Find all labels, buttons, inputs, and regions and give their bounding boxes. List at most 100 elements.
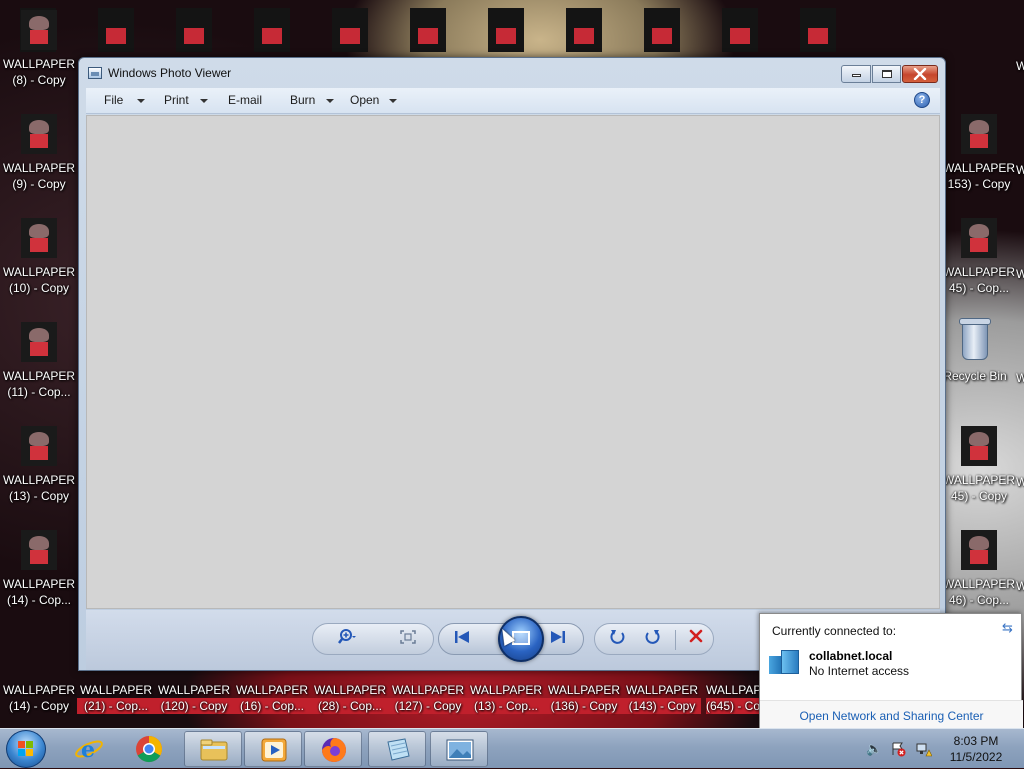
desktop-icon-wallpaper[interactable]: WALLPAPER (136) - Copy (545, 682, 623, 714)
menu-email[interactable]: E-mail (228, 93, 262, 107)
desktop-icon-wallpaper[interactable]: WALLPAPER (28) - Cop... (311, 682, 389, 714)
refresh-icon[interactable]: ⇆ (1002, 620, 1013, 636)
start-button[interactable] (6, 730, 46, 768)
icon-label: (143) - Copy (623, 698, 701, 714)
taskbar-media-player[interactable] (244, 731, 302, 767)
icon-label: 45) - Copy (950, 489, 1008, 503)
previous-icon[interactable] (449, 628, 475, 652)
wallpaper-thumbnail-icon[interactable] (254, 8, 290, 52)
delete-icon[interactable] (683, 628, 709, 652)
desktop-icon-wallpaper[interactable]: WALLPAPER (10) - Copy (0, 218, 78, 296)
wallpaper-thumbnail-icon[interactable] (332, 8, 368, 52)
desktop-icon-wallpaper[interactable]: WALLPAPER (11) - Cop... (0, 322, 78, 400)
icon-label: WALLPAPER (2, 57, 76, 71)
next-icon[interactable] (545, 628, 571, 652)
help-icon[interactable]: ? (914, 92, 930, 108)
menu-file[interactable]: File (104, 93, 123, 107)
desktop-icon-recycle-bin[interactable]: Recycle Bin (936, 318, 1014, 384)
photo-viewer-icon (446, 739, 474, 761)
desktop-icon-wallpaper[interactable]: WALLPAPER (13) - Cop... (467, 682, 545, 714)
desktop-icon-wallpaper[interactable]: WALLPAPER 153) - Copy (940, 114, 1018, 192)
rotate-clockwise-icon[interactable] (639, 628, 665, 652)
icon-label: WALLPAPER (942, 265, 1016, 279)
clock-time[interactable]: 8:03 PM (940, 734, 1012, 748)
zoom-glyph (338, 629, 356, 644)
desktop-icon-wallpaper[interactable]: WALLPAPER 45) - Copy (940, 426, 1018, 504)
desktop-icon-wallpaper[interactable]: WALLPAPER (16) - Cop... (233, 682, 311, 714)
desktop-icon-wallpaper[interactable]: WALLPAPER (14) - Cop... (0, 530, 78, 608)
zoom-icon[interactable] (335, 628, 361, 652)
notepad-icon (387, 738, 410, 761)
desktop-icon-wallpaper[interactable]: WALLPAPER (21) - Cop... (77, 682, 155, 714)
desktop-icon-wallpaper[interactable]: WALLPAPER 45) - Cop... (940, 218, 1018, 296)
actual-size-icon[interactable] (395, 628, 421, 652)
zoom-controls (312, 623, 434, 655)
taskbar-notepad[interactable] (368, 731, 426, 767)
wallpaper-thumbnail-icon[interactable] (488, 8, 524, 52)
menu-open[interactable]: Open (350, 93, 379, 107)
rotate-cw-glyph (645, 630, 660, 644)
chevron-down-icon[interactable] (389, 99, 397, 103)
firefox-icon (322, 738, 346, 762)
desktop-icon-wallpaper[interactable]: WALLPAPER (645) - Co (700, 682, 760, 714)
rotate-ccw-glyph (610, 630, 625, 644)
wallpaper-thumbnail-icon[interactable] (176, 8, 212, 52)
volume-icon[interactable]: 🔈 (866, 741, 882, 757)
desktop-icon-wallpaper[interactable]: WALLPAPER (9) - Copy (0, 114, 78, 192)
chevron-down-icon[interactable] (200, 99, 208, 103)
menu-burn[interactable]: Burn (290, 93, 315, 107)
clock-date[interactable]: 11/5/2022 (940, 750, 1012, 764)
action-center-icon[interactable] (890, 741, 906, 757)
link-label: Open Network and Sharing Center (799, 709, 984, 723)
wallpaper-thumbnail-icon[interactable] (98, 8, 134, 52)
taskbar-file-explorer[interactable] (184, 731, 242, 767)
window-title: Windows Photo Viewer (108, 66, 232, 80)
image-canvas[interactable] (86, 115, 940, 609)
maximize-button[interactable] (872, 65, 901, 83)
desktop-icon-wallpaper[interactable]: WALLPAPER (13) - Copy (0, 426, 78, 504)
wallpaper-thumbnail-icon[interactable] (644, 8, 680, 52)
rotate-delete-controls (594, 623, 714, 655)
image-file-icon (21, 218, 57, 258)
network-warning-icon[interactable] (916, 741, 933, 757)
clipped-icon-label: W (1016, 371, 1024, 385)
desktop-icon-wallpaper[interactable]: WALLPAPER (120) - Copy (155, 682, 233, 714)
wallpaper-thumbnail-icon[interactable] (410, 8, 446, 52)
chevron-down-icon[interactable] (137, 99, 145, 103)
desktop-icon-wallpaper[interactable]: WALLPAPER (8) - Copy (0, 10, 78, 88)
icon-label: 46) - Cop... (948, 593, 1010, 607)
taskbar-firefox[interactable] (304, 731, 362, 767)
wallpaper-thumbnail-icon[interactable] (722, 8, 758, 52)
image-file-icon (961, 426, 997, 466)
icon-label: (13) - Cop... (467, 698, 545, 714)
network-name: collabnet.local (809, 649, 893, 663)
minimize-icon (851, 74, 861, 77)
slideshow-icon (512, 631, 530, 645)
desktop-icon-wallpaper[interactable]: WALLPAPER 46) - Cop... (940, 530, 1018, 608)
rotate-counterclockwise-icon[interactable] (605, 628, 631, 652)
image-file-icon (21, 426, 57, 466)
chevron-down-icon[interactable] (326, 99, 334, 103)
wallpaper-thumbnail-icon[interactable] (566, 8, 602, 52)
photo-viewer-window[interactable]: Windows Photo Viewer File Print E-mail B… (78, 57, 946, 671)
desktop-icon-wallpaper[interactable]: WALLPAPER (143) - Copy (623, 682, 701, 714)
title-bar[interactable]: Windows Photo Viewer (79, 58, 945, 88)
desktop-icon-wallpaper[interactable]: WALLPAPER (14) - Copy (0, 682, 78, 714)
previous-glyph (455, 631, 469, 643)
minimize-button[interactable] (841, 65, 871, 83)
taskbar-internet-explorer[interactable]: e (60, 731, 118, 767)
menu-print[interactable]: Print (164, 93, 189, 107)
wallpaper-thumbnail-icon[interactable] (800, 8, 836, 52)
icon-label: (21) - Cop... (77, 698, 155, 714)
taskbar-photo-viewer[interactable] (430, 731, 488, 767)
icon-label: WALLPAPER (942, 161, 1016, 175)
icon-label: WALLPAPER (706, 683, 760, 697)
taskbar-chrome[interactable] (120, 731, 178, 767)
icon-label: (14) - Copy (8, 699, 70, 713)
internet-explorer-icon: e (75, 737, 103, 763)
icon-label: (9) - Copy (12, 177, 66, 191)
icon-label: Recycle Bin (943, 369, 1007, 383)
open-network-sharing-center-link[interactable]: Open Network and Sharing Center (760, 700, 1023, 728)
close-button[interactable] (902, 65, 938, 83)
desktop-icon-wallpaper[interactable]: WALLPAPER (127) - Copy (389, 682, 467, 714)
